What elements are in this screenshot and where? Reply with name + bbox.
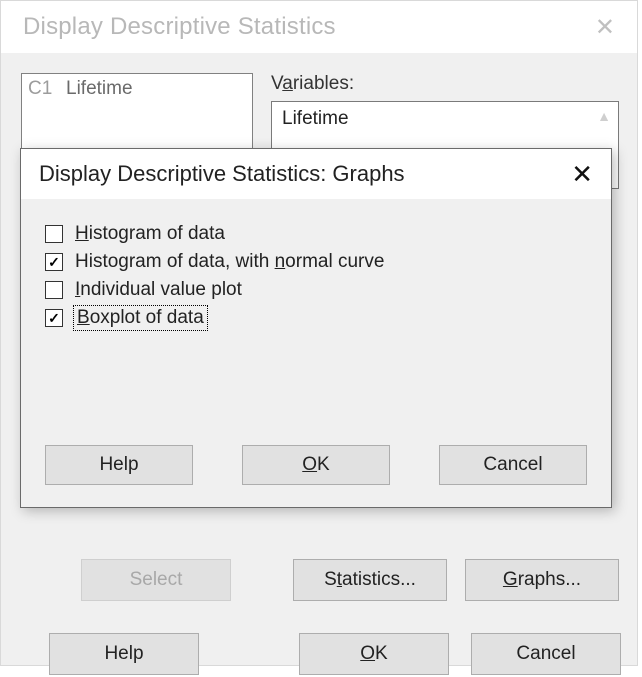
column-name: Lifetime xyxy=(66,78,133,100)
checkbox-row-normal: Histogram of data, with normal curve xyxy=(45,251,587,273)
graphs-dialog-title: Display Descriptive Statistics: Graphs xyxy=(39,161,405,187)
graphs-buttons: Help OK Cancel xyxy=(45,445,587,485)
graphs-cancel-button[interactable]: Cancel xyxy=(439,445,587,485)
boxplot-checkbox[interactable] xyxy=(45,309,63,327)
column-row[interactable]: C1 Lifetime xyxy=(22,74,252,104)
graphs-titlebar: Display Descriptive Statistics: Graphs ✕ xyxy=(21,149,611,199)
graphs-help-button[interactable]: Help xyxy=(45,445,193,485)
individual-checkbox[interactable] xyxy=(45,281,63,299)
variables-value: Lifetime xyxy=(282,108,349,129)
graphs-body: Histogram of data Histogram of data, wit… xyxy=(21,199,611,507)
column-id: C1 xyxy=(28,78,66,100)
close-icon[interactable]: ✕ xyxy=(571,159,593,190)
main-titlebar: Display Descriptive Statistics ✕ xyxy=(1,1,637,53)
cancel-button[interactable]: Cancel xyxy=(471,633,621,675)
graphs-ok-button[interactable]: OK xyxy=(242,445,390,485)
ok-button[interactable]: OK xyxy=(299,633,449,675)
variables-label: Variables: xyxy=(271,73,354,95)
checkbox-row-boxplot: Boxplot of data xyxy=(45,307,587,329)
histogram-checkbox[interactable] xyxy=(45,225,63,243)
select-button: Select xyxy=(81,559,231,601)
statistics-button[interactable]: Statistics... xyxy=(293,559,447,601)
bottom-buttons: Help OK Cancel xyxy=(49,633,621,677)
help-button[interactable]: Help xyxy=(49,633,199,675)
normal-label[interactable]: Histogram of data, with normal curve xyxy=(75,251,384,273)
boxplot-label[interactable]: Boxplot of data xyxy=(75,307,206,329)
main-title: Display Descriptive Statistics xyxy=(23,13,336,41)
graphs-button[interactable]: Graphs... xyxy=(465,559,619,601)
select-row: Select xyxy=(81,559,231,603)
chevron-up-icon[interactable]: ▲ xyxy=(590,102,618,130)
normal-checkbox[interactable] xyxy=(45,253,63,271)
individual-label[interactable]: Individual value plot xyxy=(75,279,242,301)
checkbox-row-individual: Individual value plot xyxy=(45,279,587,301)
checkbox-row-histogram: Histogram of data xyxy=(45,223,587,245)
close-icon[interactable]: ✕ xyxy=(595,13,615,42)
graphs-dialog: Display Descriptive Statistics: Graphs ✕… xyxy=(20,148,612,508)
histogram-label[interactable]: Histogram of data xyxy=(75,223,225,245)
stats-graphs-row: Statistics... Graphs... xyxy=(293,559,621,603)
